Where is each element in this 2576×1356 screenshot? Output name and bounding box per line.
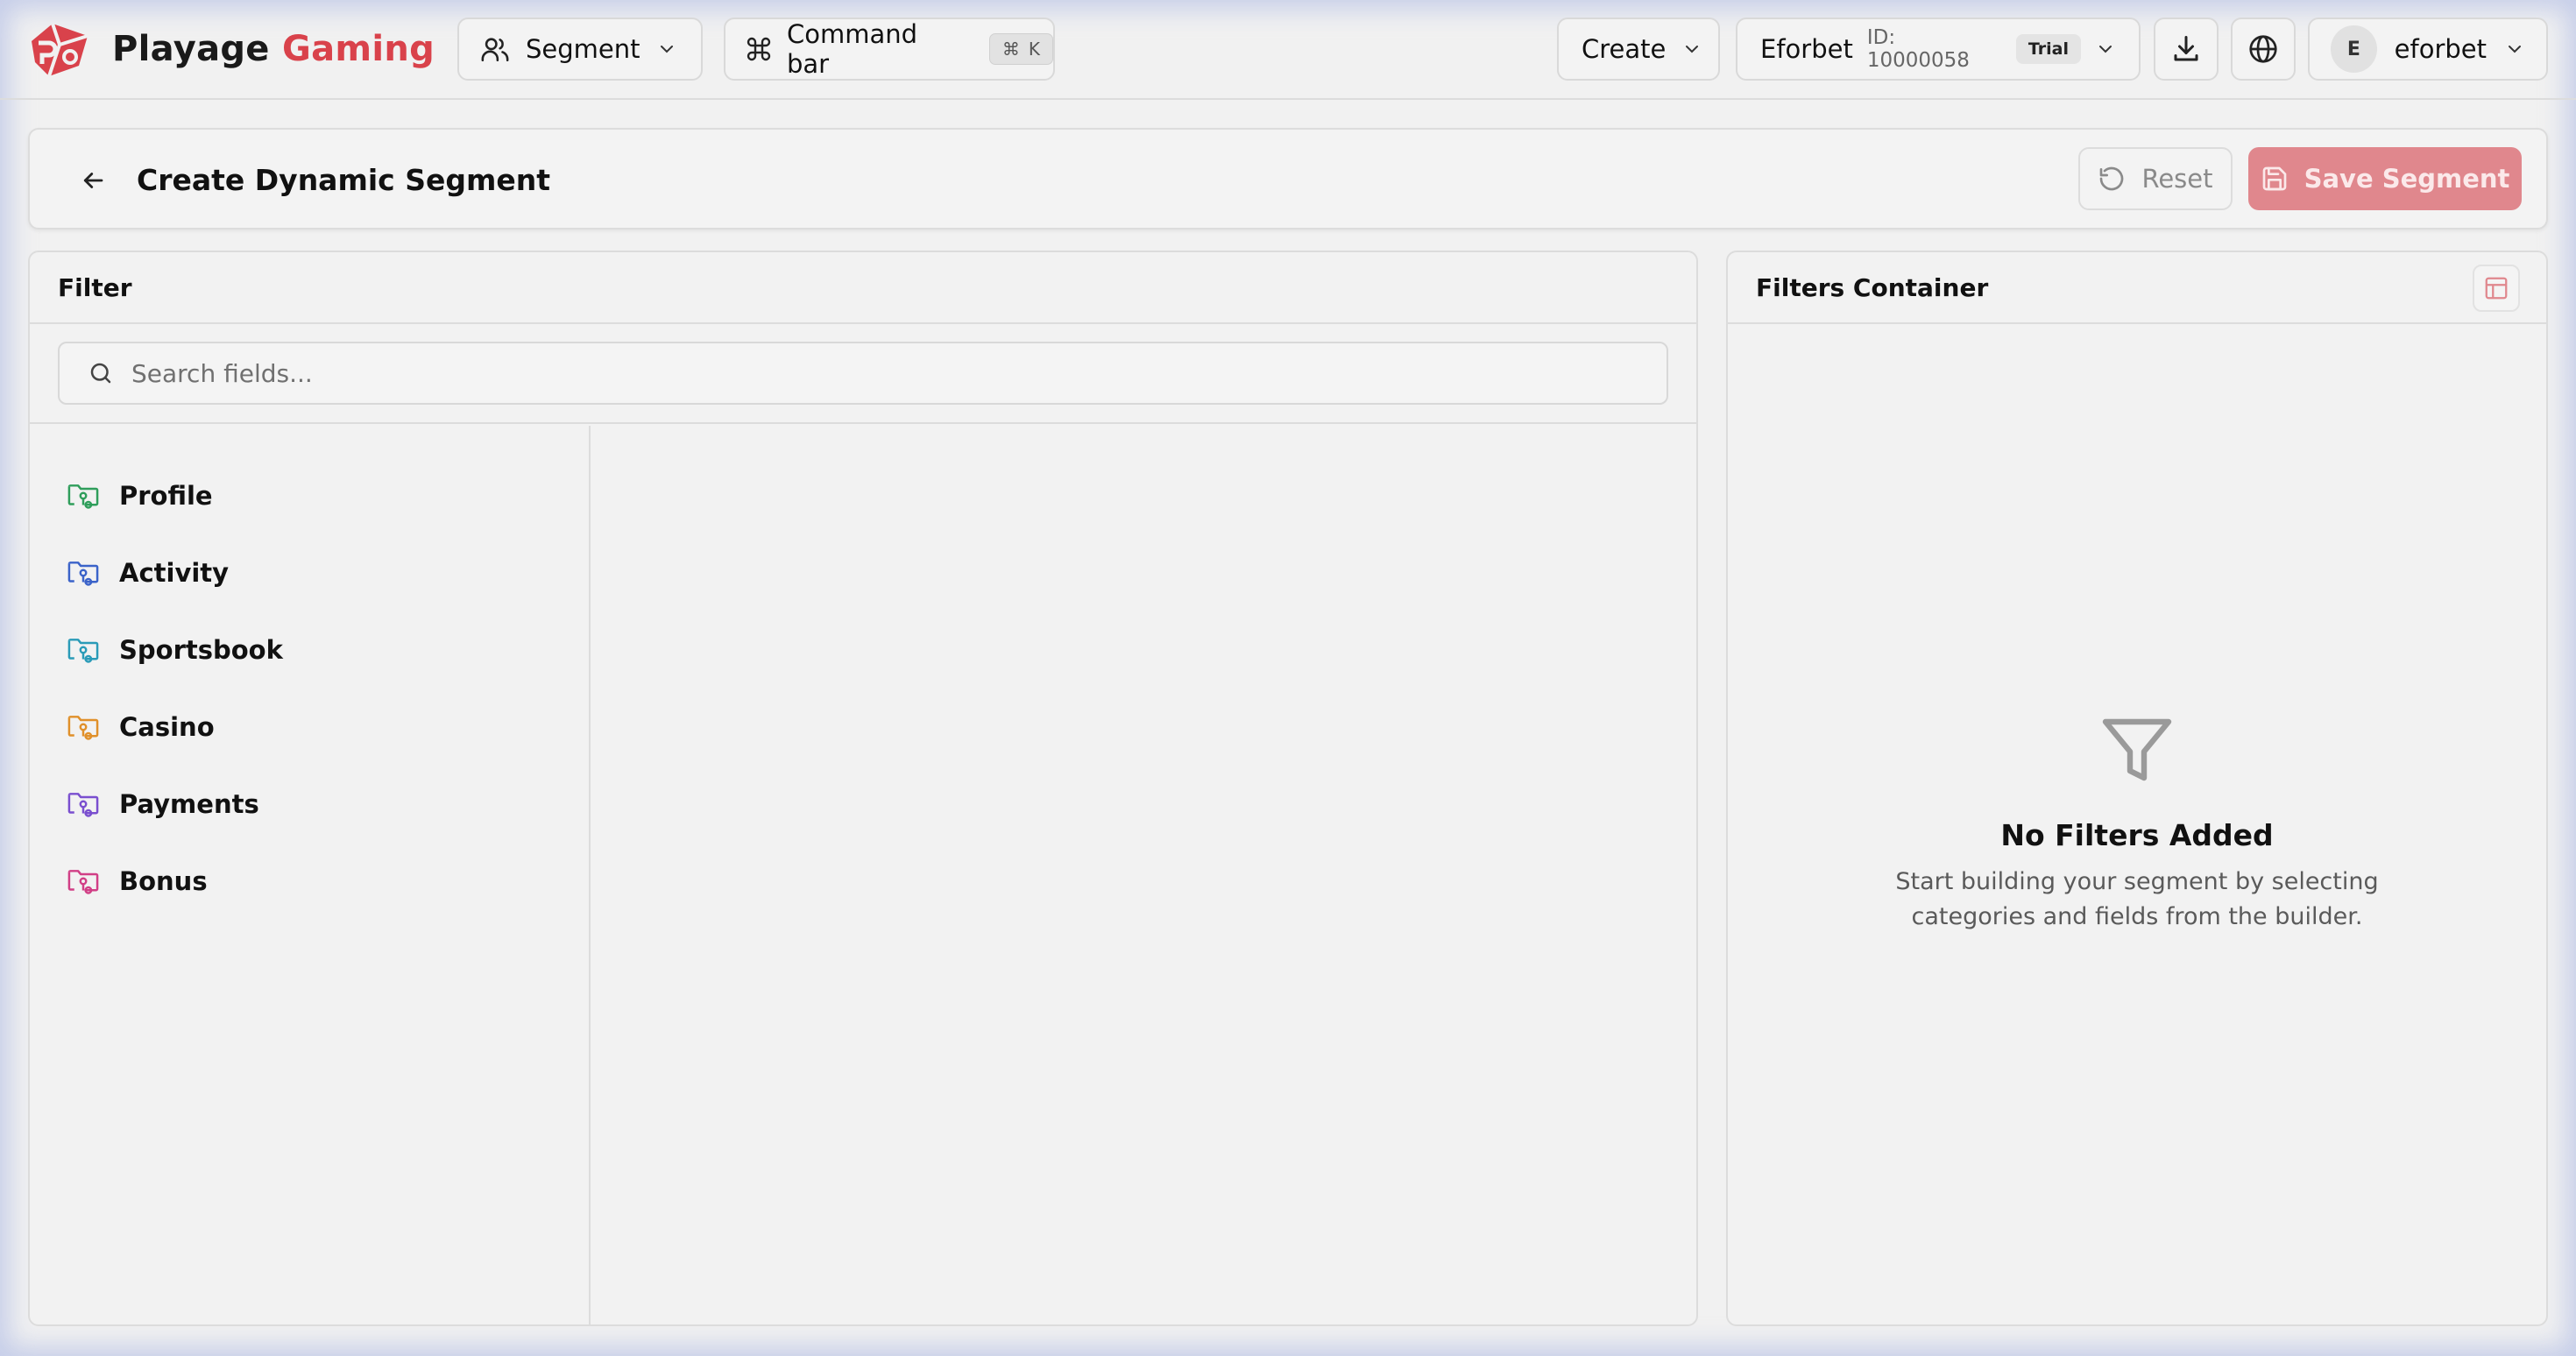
filter-panel-title: Filter — [30, 252, 1696, 324]
category-list: Profile Activity Sportsbook Casino Payme… — [30, 426, 591, 1324]
download-button[interactable] — [2154, 18, 2219, 81]
brand-logo[interactable]: Playage Gaming — [26, 18, 435, 81]
category-item-profile[interactable]: Profile — [30, 457, 589, 534]
chevron-down-icon — [660, 46, 673, 53]
organization-switcher[interactable]: Eforbet ID: 10000058 Trial — [1736, 18, 2141, 81]
save-segment-label: Save Segment — [2304, 164, 2510, 194]
globe-icon — [2249, 35, 2277, 63]
folder-icon — [67, 716, 99, 740]
language-button[interactable] — [2231, 18, 2296, 81]
category-label: Payments — [119, 789, 259, 819]
download-icon — [2174, 36, 2198, 61]
folder-icon — [67, 870, 99, 894]
category-label: Casino — [119, 712, 215, 742]
save-icon — [2262, 166, 2286, 191]
search-row — [30, 324, 1696, 424]
empty-state-title: No Filters Added — [2000, 818, 2274, 852]
back-button[interactable] — [68, 156, 117, 205]
search-field[interactable] — [58, 342, 1668, 405]
category-label: Bonus — [119, 866, 208, 896]
users-icon — [481, 38, 509, 62]
category-label: Profile — [119, 481, 213, 511]
folder-icon — [67, 793, 99, 817]
folder-icon — [67, 561, 99, 586]
filter-panel: Filter Profile — [28, 251, 1698, 1326]
layout-icon — [2485, 277, 2508, 300]
builder-area: Profile Activity Sportsbook Casino Payme… — [30, 426, 1696, 1324]
page-header: Create Dynamic Segment Reset Save Segmen… — [28, 128, 2548, 230]
user-menu-button[interactable]: E eforbet — [2308, 18, 2548, 81]
chevron-down-icon — [1686, 46, 1699, 53]
save-segment-button[interactable]: Save Segment — [2248, 147, 2522, 210]
page-title: Create Dynamic Segment — [137, 163, 551, 197]
category-item-casino[interactable]: Casino — [30, 689, 589, 766]
layout-toggle-button[interactable] — [2473, 265, 2520, 312]
filters-container-title: Filters Container — [1756, 272, 1989, 302]
reset-label: Reset — [2141, 164, 2213, 194]
cmd-key-icon: ⌘ — [1001, 39, 1020, 60]
chevron-down-icon — [2509, 46, 2521, 53]
field-list-area — [591, 426, 1696, 1324]
empty-state-description: Start building your segment by selecting… — [1895, 868, 2379, 930]
segment-menu-label: Segment — [526, 34, 640, 64]
folder-icon — [67, 484, 99, 509]
keyboard-shortcut: ⌘ K — [988, 33, 1053, 65]
filters-container-header: Filters Container — [1728, 252, 2546, 324]
folder-icon — [67, 639, 99, 663]
brand-name: Playage Gaming — [112, 29, 435, 69]
reset-button[interactable]: Reset — [2078, 147, 2233, 210]
create-menu-label: Create — [1582, 34, 1667, 64]
category-item-sportsbook[interactable]: Sportsbook — [30, 611, 589, 689]
top-bar: Playage Gaming Segment Command bar ⌘ K C… — [0, 0, 2576, 100]
brand-logo-icon — [32, 23, 88, 77]
category-label: Activity — [119, 558, 230, 588]
chevron-down-icon — [2099, 46, 2112, 53]
filter-funnel-icon — [2102, 718, 2172, 781]
brand-name-part2: Gaming — [281, 29, 435, 69]
create-menu-button[interactable]: Create — [1557, 18, 1720, 81]
avatar: E — [2331, 25, 2377, 73]
brand-name-part1: Playage — [112, 29, 270, 69]
arrow-left-icon — [83, 173, 103, 188]
command-bar-button[interactable]: Command bar ⌘ K — [724, 18, 1055, 81]
org-name: Eforbet — [1760, 34, 1853, 64]
segment-menu-button[interactable]: Segment — [457, 18, 703, 81]
category-item-bonus[interactable]: Bonus — [30, 843, 589, 920]
filters-container-panel: Filters Container No Filters Added Start… — [1726, 251, 2548, 1326]
shortcut-key: K — [1028, 39, 1040, 60]
rotate-ccw-icon — [2100, 166, 2124, 191]
category-label: Sportsbook — [119, 635, 283, 665]
app-frame: Playage Gaming Segment Command bar ⌘ K C… — [0, 0, 2576, 1356]
plan-badge: Trial — [2015, 34, 2081, 64]
search-input[interactable] — [131, 358, 1667, 388]
org-id: ID: 10000058 — [1866, 26, 1970, 72]
command-bar-label: Command bar — [787, 19, 918, 79]
command-icon — [747, 37, 771, 61]
user-name: eforbet — [2394, 34, 2487, 64]
empty-state: No Filters Added Start building your seg… — [1728, 708, 2546, 935]
category-item-payments[interactable]: Payments — [30, 766, 589, 843]
search-icon — [90, 363, 111, 384]
category-item-activity[interactable]: Activity — [30, 534, 589, 611]
